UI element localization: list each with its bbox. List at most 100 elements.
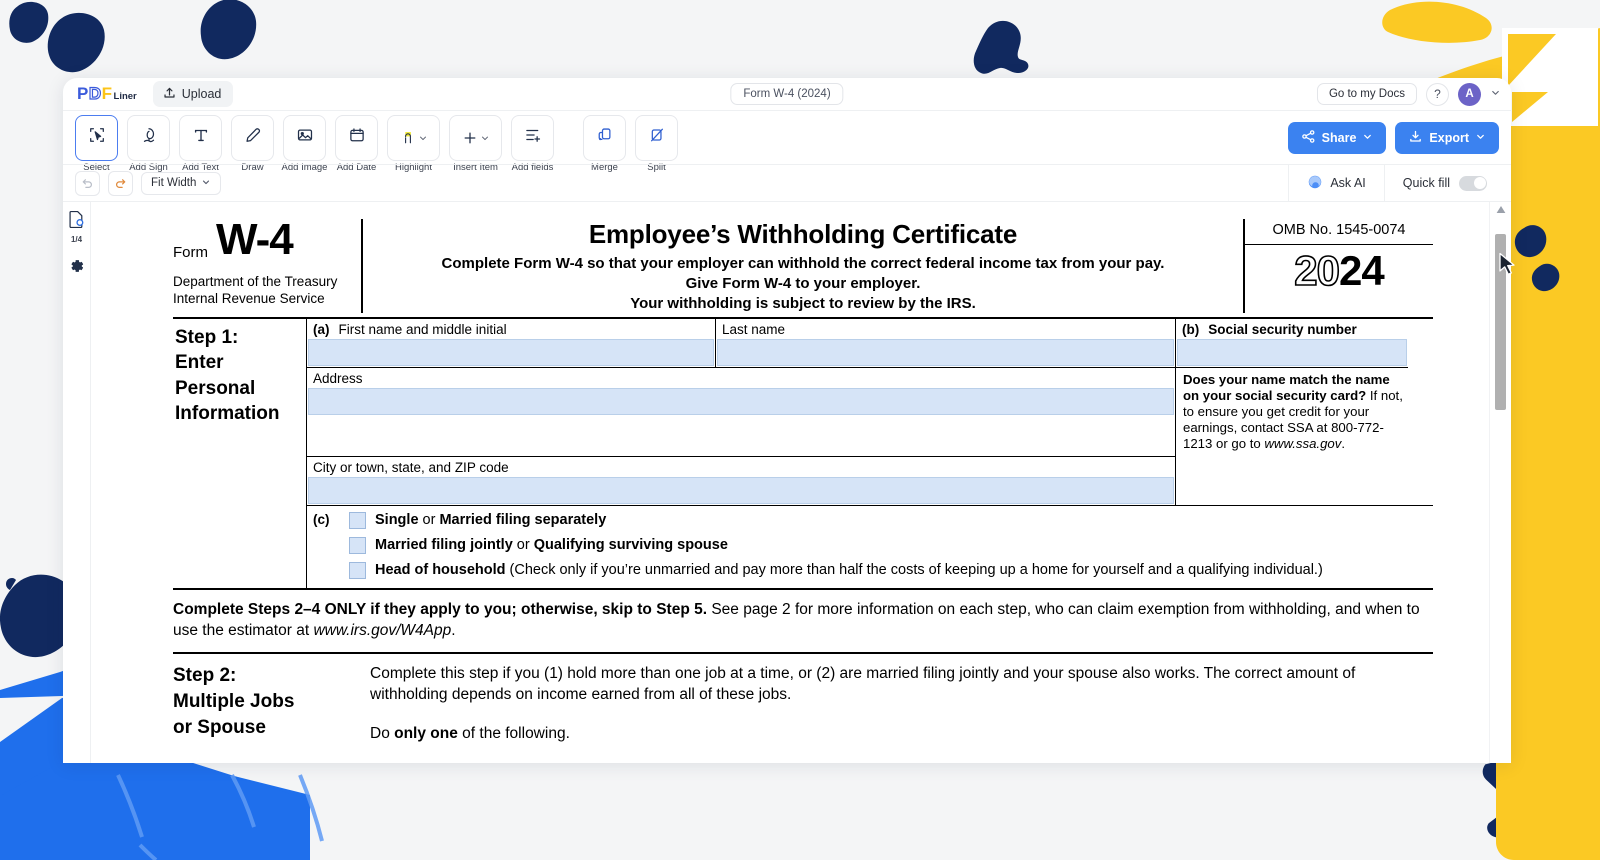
step-2-paragraph-2: Do only one of the following. <box>370 723 1433 744</box>
ssn-note-cell: Does your name match the name on your so… <box>1176 367 1408 455</box>
tool-add-fields[interactable]: Add fields <box>511 115 554 161</box>
ask-ai-icon <box>1307 174 1323 193</box>
form-subtitle-3: Your withholding is subject to review by… <box>373 294 1233 314</box>
editor-body: 1/4 <box>63 201 1511 763</box>
ssn-label: Social security number <box>1208 322 1357 337</box>
form-word: Form <box>173 244 208 261</box>
tax-year-prefix: 20 <box>1294 247 1339 294</box>
export-button[interactable]: Export <box>1395 122 1499 154</box>
city-input[interactable] <box>308 477 1174 504</box>
tool-merge[interactable]: Merge <box>583 115 626 161</box>
view-toolbar-right: Ask AI Quick fill <box>1288 165 1499 202</box>
upload-button[interactable]: Upload <box>153 81 234 107</box>
sidebar-item-pages[interactable]: 1/4 <box>68 210 85 244</box>
checkbox-single[interactable] <box>349 512 366 529</box>
share-button[interactable]: Share <box>1288 122 1387 154</box>
form-subtitle-1: Complete Form W-4 so that your employer … <box>373 254 1233 274</box>
tool-select[interactable]: Select <box>75 115 118 161</box>
last-name-label-row: Last name <box>716 319 1175 339</box>
tax-year: 2024 <box>1245 245 1433 295</box>
city-row-spacer <box>1176 456 1408 505</box>
form-step-2: Step 2: Multiple Jobs or Spouse Complete… <box>173 654 1433 744</box>
step-2-label: Step 2: Multiple Jobs or Spouse <box>173 663 370 744</box>
tool-split[interactable]: Split <box>635 115 678 161</box>
add-fields-icon <box>524 126 542 149</box>
tool-add-image[interactable]: Add Image <box>283 115 326 161</box>
canvas-scrollbar[interactable] <box>1489 202 1511 763</box>
page-thumbnail-icon <box>68 210 85 234</box>
form-header-center: Employee’s Withholding Certificate Compl… <box>363 219 1243 313</box>
text-t-icon <box>192 126 210 149</box>
top-bar-actions: Go to my Docs ? A <box>1317 83 1501 106</box>
last-name-cell: Last name <box>716 319 1176 367</box>
ssn-cell: (b) Social security number <box>1176 319 1408 367</box>
steps-note: Complete Steps 2–4 ONLY if they apply to… <box>173 590 1433 654</box>
filing-option-head-of-household[interactable]: Head of household (Check only if you’re … <box>349 562 1433 579</box>
step-1-address-row: Address Does your name match the name on… <box>307 367 1433 455</box>
logo-letter-d: D <box>89 84 101 104</box>
zoom-select[interactable]: Fit Width <box>141 172 221 195</box>
quick-fill-toggle[interactable] <box>1459 176 1487 191</box>
highlight-icon <box>400 129 428 147</box>
share-icon <box>1301 129 1316 147</box>
quick-fill-label: Quick fill <box>1403 176 1450 190</box>
first-name-label: First name and middle initial <box>339 322 507 337</box>
tool-draw[interactable]: Draw <box>231 115 274 161</box>
tool-add-date[interactable]: Add Date <box>335 115 378 161</box>
avatar[interactable]: A <box>1458 83 1481 106</box>
first-name-input[interactable] <box>308 339 714 366</box>
help-icon[interactable]: ? <box>1426 83 1449 106</box>
sidebar-item-settings[interactable] <box>69 258 85 279</box>
last-name-input[interactable] <box>717 339 1174 366</box>
go-to-my-docs-button[interactable]: Go to my Docs <box>1317 83 1417 105</box>
ask-ai-button[interactable]: Ask AI <box>1288 165 1383 202</box>
department-line-1: Department of the Treasury <box>173 274 353 291</box>
scrollbar-thumb[interactable] <box>1495 234 1506 410</box>
filing-option-married-jointly-text: Married filing jointly or Qualifying sur… <box>375 537 728 553</box>
pdfliner-logo[interactable]: PDFLiner <box>77 84 137 104</box>
redo-button[interactable] <box>108 171 133 196</box>
scroll-up-icon[interactable] <box>1496 206 1505 215</box>
address-label-row: Address <box>307 368 1175 388</box>
pdf-canvas[interactable]: Form W-4 Department of the Treasury Inte… <box>91 202 1489 763</box>
pdfliner-app-window: PDFLiner Upload Form W-4 (2024) Go to my… <box>63 78 1511 763</box>
filing-option-single[interactable]: Single or Married filing separately <box>349 512 1433 529</box>
step-1-line-2: Enter <box>175 350 298 375</box>
city-label: City or town, state, and ZIP code <box>313 460 509 475</box>
tool-add-sign[interactable]: Add Sign <box>127 115 170 161</box>
filing-status-section: (c) Single or Married filing separately … <box>307 505 1433 588</box>
form-step-1: Step 1: Enter Personal Information (a) F <box>173 319 1433 589</box>
form-header-right: OMB No. 1545-0074 2024 <box>1243 219 1433 313</box>
filing-option-married-jointly[interactable]: Married filing jointly or Qualifying sur… <box>349 537 1433 554</box>
checkbox-married-jointly[interactable] <box>349 537 366 554</box>
form-number: W-4 <box>216 219 293 261</box>
ssn-note: Does your name match the name on your so… <box>1176 367 1408 455</box>
logo-suffix: Liner <box>114 91 137 102</box>
select-cursor-icon <box>88 126 106 149</box>
filing-status-options: Single or Married filing separately Marr… <box>349 512 1433 581</box>
chevron-down-icon <box>1475 131 1486 145</box>
undo-button[interactable] <box>75 171 100 196</box>
document-title-chip[interactable]: Form W-4 (2024) <box>730 83 843 105</box>
page-indicator: 1/4 <box>71 235 82 244</box>
tool-add-text[interactable]: Add Text <box>179 115 222 161</box>
quick-fill-control: Quick fill <box>1384 165 1499 202</box>
ask-ai-label: Ask AI <box>1330 176 1365 190</box>
ssn-input[interactable] <box>1177 339 1407 366</box>
tool-highlight[interactable]: Highlight <box>387 115 440 161</box>
step-2-line-2: Multiple Jobs <box>173 689 370 715</box>
address-input[interactable] <box>308 388 1174 415</box>
step-1-name-row: (a) First name and middle initial Last n… <box>307 319 1433 367</box>
merge-icon <box>596 126 614 149</box>
tool-insert-item[interactable]: Insert Item <box>449 115 502 161</box>
ssn-tag: (b) <box>1182 322 1199 337</box>
zoom-level-label: Fit Width <box>151 177 196 189</box>
form-header: Form W-4 Department of the Treasury Inte… <box>173 219 1433 319</box>
omb-number: OMB No. 1545-0074 <box>1245 219 1433 245</box>
checkbox-head-of-household[interactable] <box>349 562 366 579</box>
upload-label: Upload <box>182 87 222 101</box>
chevron-down-icon[interactable] <box>1490 87 1501 101</box>
view-toolbar: Fit Width Ask AI Quick fill <box>63 164 1511 201</box>
step-2-body: Complete this step if you (1) hold more … <box>370 663 1433 744</box>
plus-icon <box>462 130 490 146</box>
